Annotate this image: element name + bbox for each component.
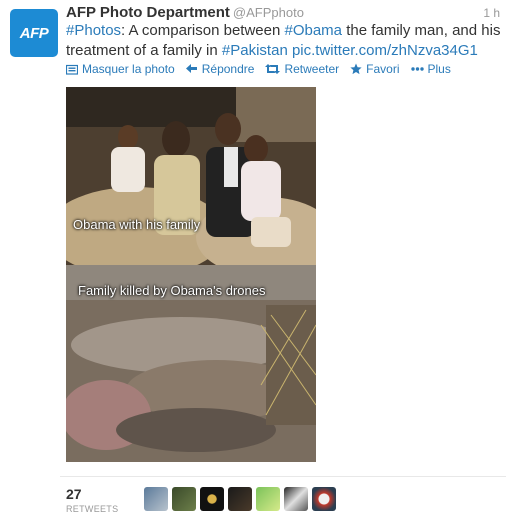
favorite-label: Favori: [366, 62, 400, 76]
tweet-header: AFP Photo Department @AFPphoto 1 h: [66, 4, 506, 22]
retweet-count[interactable]: 27: [66, 486, 82, 502]
avatar-logo-text: AFP: [19, 24, 49, 42]
retweeter-avatar[interactable]: [172, 487, 196, 511]
tweet-text: #Photos: A comparison between #Obama the…: [66, 21, 502, 61]
hashtag-pakistan[interactable]: #Pakistan: [222, 42, 288, 59]
tweet-timestamp[interactable]: 1 h: [483, 6, 500, 20]
retweeter-avatar[interactable]: [284, 487, 308, 511]
retweeter-avatar[interactable]: [228, 487, 252, 511]
reply-button[interactable]: Répondre: [185, 62, 255, 76]
hide-photo-label: Masquer la photo: [82, 62, 175, 76]
hashtag-obama[interactable]: #Obama: [284, 22, 342, 39]
favorite-button[interactable]: Favori: [350, 62, 400, 76]
star-icon: [350, 63, 362, 75]
account-name[interactable]: AFP Photo Department: [66, 4, 230, 21]
retweet-count-label: RETWEETS: [66, 504, 119, 514]
tweet-photo[interactable]: Obama with his family Family killed by O…: [66, 87, 316, 462]
reply-icon: [185, 64, 197, 73]
caption-drones: Family killed by Obama's drones: [78, 283, 266, 298]
tweet: AFP AFP Photo Department @AFPphoto 1 h #P…: [0, 0, 511, 532]
retweeter-avatar[interactable]: [312, 487, 336, 511]
more-dots-icon: [410, 67, 424, 71]
photo-icon: [66, 64, 78, 75]
retweeter-avatars: [144, 487, 340, 511]
reply-label: Répondre: [201, 62, 255, 76]
photo-drone-victims: Family killed by Obama's drones: [66, 265, 316, 462]
retweet-icon: [265, 64, 281, 74]
stats-divider: [60, 476, 506, 477]
more-label: Plus: [427, 62, 451, 76]
retweeter-avatar[interactable]: [256, 487, 280, 511]
hide-photo-button[interactable]: Masquer la photo: [66, 62, 175, 76]
account-avatar[interactable]: AFP: [10, 9, 58, 57]
caption-family: Obama with his family: [73, 217, 201, 232]
retweeter-avatar[interactable]: [200, 487, 224, 511]
family-photo-illustration: [66, 87, 316, 265]
photo-family-portrait: Obama with his family: [66, 87, 316, 265]
hashtag-photos[interactable]: #Photos: [66, 22, 121, 39]
tweet-actions: Masquer la photo Répondre Retweeter Favo…: [66, 61, 506, 77]
retweeter-avatar[interactable]: [144, 487, 168, 511]
retweet-label: Retweeter: [284, 62, 340, 76]
more-button[interactable]: Plus: [410, 62, 451, 76]
photo-link[interactable]: pic.twitter.com/zhNzva34G1: [292, 42, 478, 59]
retweet-button[interactable]: Retweeter: [265, 62, 339, 76]
tweet-text-part-1: : A comparison between: [121, 22, 285, 39]
account-handle[interactable]: @AFPphoto: [233, 5, 304, 20]
